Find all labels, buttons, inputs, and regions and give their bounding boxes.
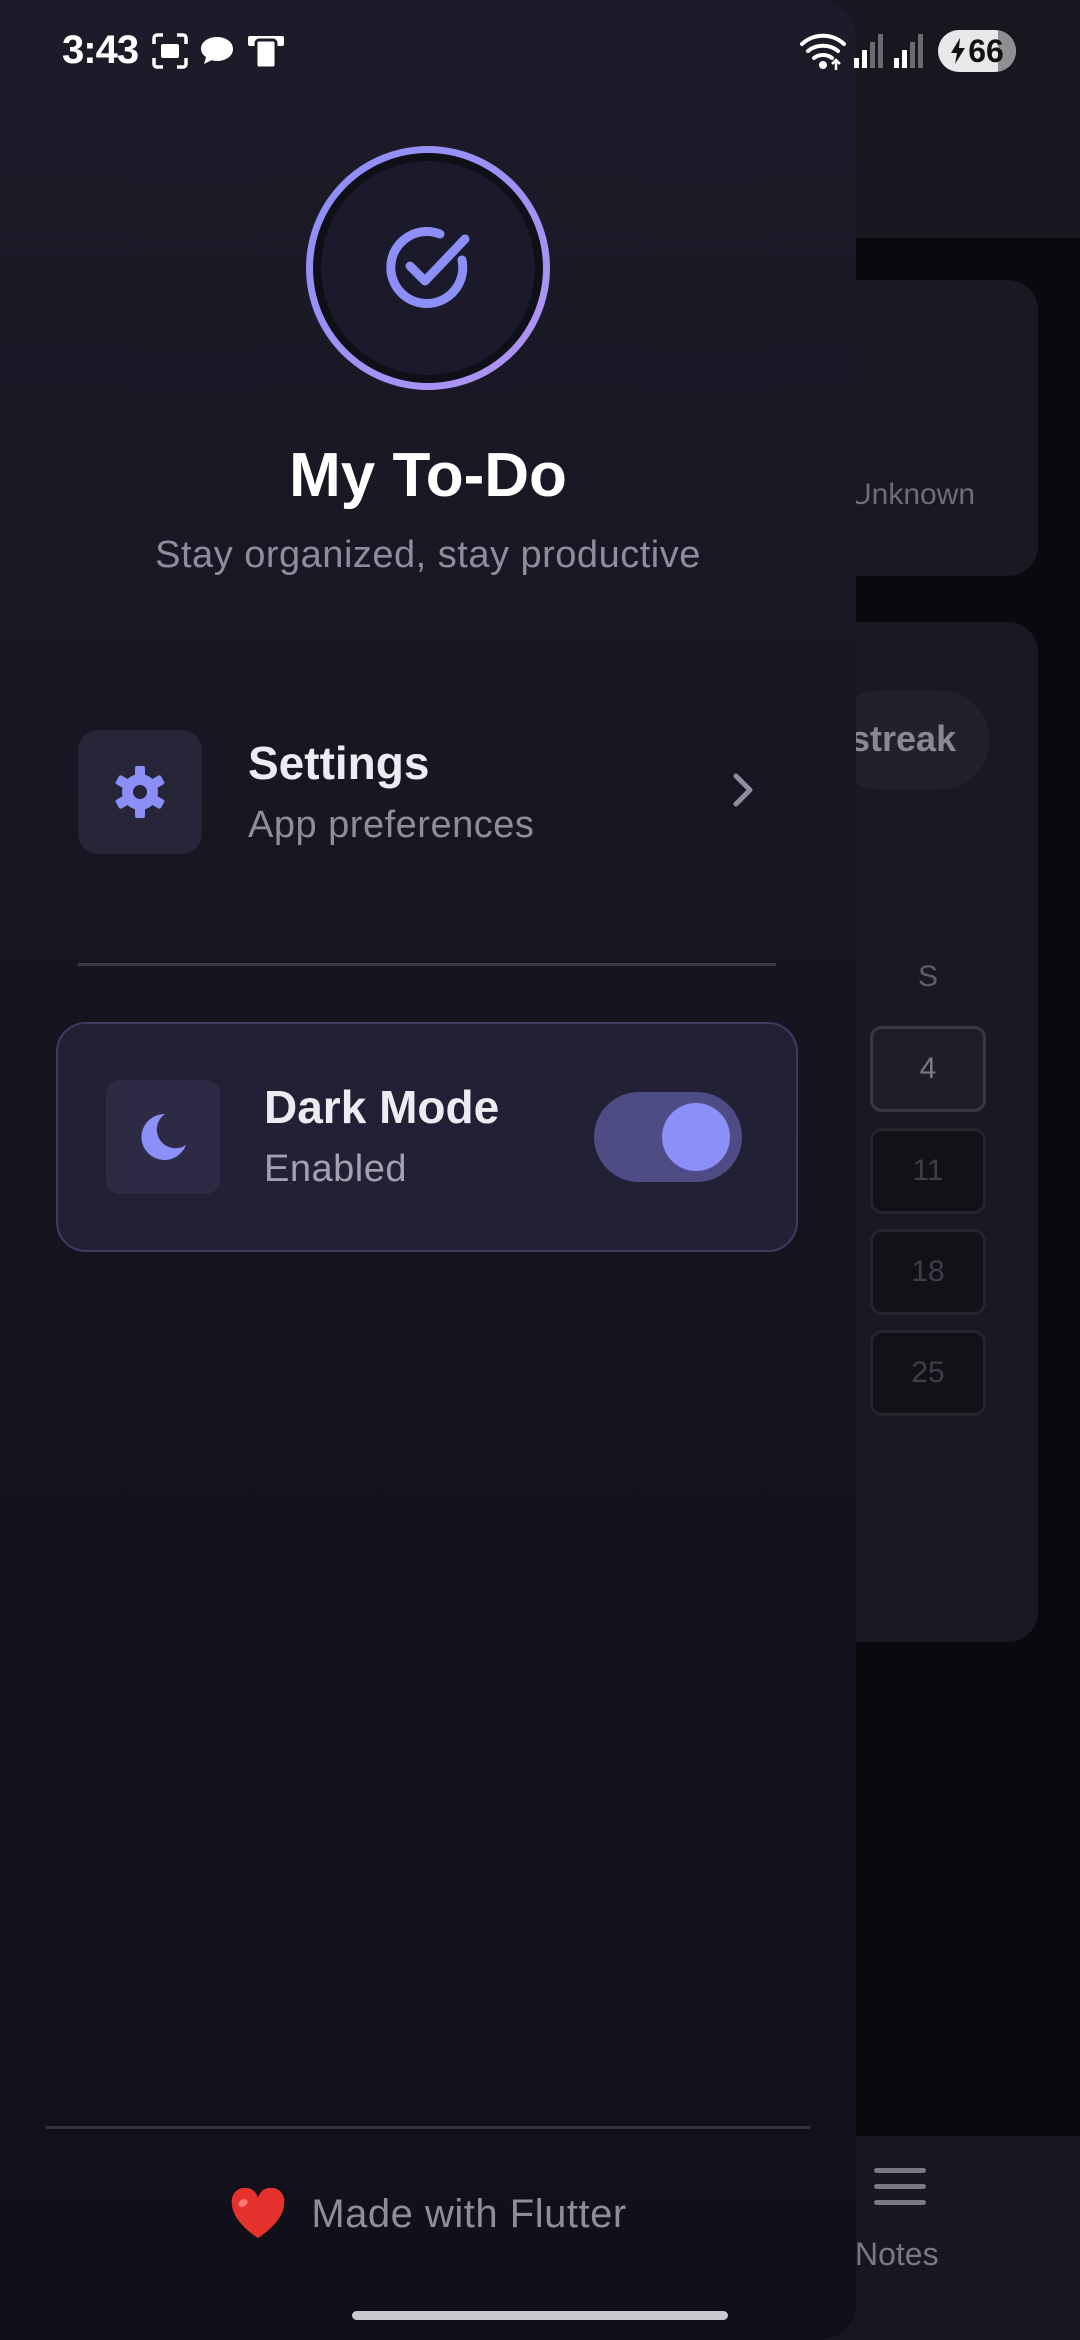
calendar-day-cell: 25 [870,1330,986,1416]
toggle-knob [662,1103,730,1171]
background-info-card [830,280,1038,576]
calendar-day-header: S [918,960,939,993]
notes-icon [874,2168,926,2216]
charging-icon [951,38,966,64]
gear-icon [115,766,165,818]
battery-indicator: 66 [938,30,1016,72]
background-streak-label: streak [850,718,957,759]
dark-mode-toggle[interactable] [594,1092,742,1182]
device-icon [248,36,284,70]
signal-icon [894,34,923,68]
nav-notes-label: Notes [855,2236,939,2272]
moon-icon [141,1113,186,1160]
calendar-day-cell: 18 [870,1229,986,1315]
moon-icon-container [106,1080,220,1194]
heart-icon [232,2188,285,2238]
message-icon [201,37,233,64]
settings-subtitle: App preferences [248,804,535,846]
divider [46,2126,810,2129]
app-subtitle: Stay organized, stay productive [155,534,701,576]
app-logo [306,146,550,390]
signal-icon [854,34,883,68]
check-circle-icon [386,227,470,308]
dark-mode-label: Dark Mode [264,1081,500,1133]
battery-level: 66 [968,32,1004,69]
dark-mode-card: Dark Mode Enabled [56,1022,798,1252]
footer-text: Made with Flutter [311,2191,627,2236]
screenshot-icon [152,33,188,69]
calendar-day-cell: 4 [870,1026,986,1112]
settings-label: Settings [248,737,430,789]
app-title: My To-Do [289,441,567,510]
chevron-right-icon [733,773,753,807]
calendar-day-cell: 11 [870,1128,986,1214]
settings-menu-item[interactable]: Settings App preferences [78,730,778,854]
status-bar: 3:43 66 [0,0,1080,100]
background-unknown-label: Unknown [850,478,976,511]
settings-icon-container [78,730,202,854]
status-time: 3:43 [62,28,139,72]
wifi-icon [800,33,846,70]
dark-mode-status: Enabled [264,1148,407,1190]
footer: Made with Flutter [0,2188,856,2240]
navigation-drawer: My To-Do Stay organized, stay productive… [0,0,856,2340]
home-indicator[interactable] [352,2311,728,2320]
divider [78,963,776,966]
